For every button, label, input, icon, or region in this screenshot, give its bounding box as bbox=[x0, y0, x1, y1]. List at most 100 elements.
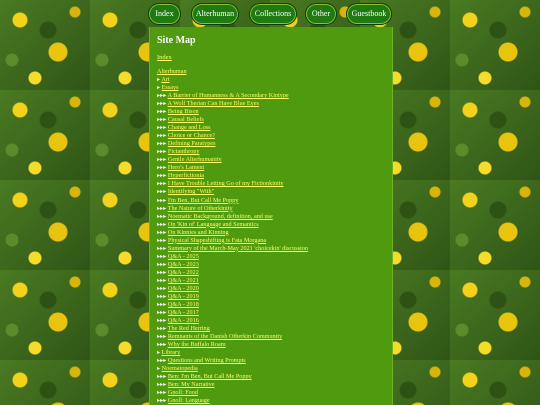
section-heading: Alterhuman bbox=[157, 68, 387, 76]
tree-item-link[interactable]: Q&A - 2023 bbox=[168, 261, 199, 268]
tree-item-link[interactable]: Art bbox=[161, 76, 169, 83]
tree-item-link[interactable]: Gnoll: Language bbox=[168, 397, 210, 404]
tree-item-link[interactable]: Causal Beliefs bbox=[168, 116, 204, 123]
nav-other-button[interactable]: Other bbox=[305, 3, 337, 25]
tree-item-link[interactable]: Q&A - 2020 bbox=[168, 285, 199, 292]
tree-item: ▸▸▸ Q&A - 2016 bbox=[157, 317, 387, 325]
page-title: Site Map bbox=[157, 35, 196, 46]
tree-item-link[interactable]: I'm Ben, But Call Me Poppy bbox=[168, 197, 239, 204]
tree-item: ▸▸▸ Change and Loss bbox=[157, 124, 387, 132]
tree-item: ▸▸▸ On 'Kin of' Language and Semantics bbox=[157, 221, 387, 229]
tree-item-link[interactable]: Change and Loss bbox=[168, 124, 211, 131]
tree-item: ▸▸▸ Gentle Alterhumanity bbox=[157, 156, 387, 164]
bullet-arrows-icon: ▸▸▸ bbox=[157, 325, 168, 332]
tree-item: ▸▸▸ The Red Herring bbox=[157, 325, 387, 333]
tree-item-link[interactable]: A Wolf Therian Can Have Blue Eyes bbox=[168, 100, 259, 107]
tree-item: ▸▸▸ Q&A - 2019 bbox=[157, 293, 387, 301]
tree-item-link[interactable]: On 'Kin of' Language and Semantics bbox=[168, 221, 259, 228]
bullet-arrows-icon: ▸▸▸ bbox=[157, 236, 168, 244]
tree-item-link[interactable]: Gnoll: Food bbox=[168, 389, 198, 396]
tree-item-link[interactable]: Q&A - 2016 bbox=[168, 317, 199, 324]
tree-item-link[interactable]: The Nature of Otherkinity bbox=[168, 205, 233, 212]
tree-item-link[interactable]: Gentle Alterhumanity bbox=[168, 156, 222, 163]
tree-item: ▸▸▸ Causal Beliefs bbox=[157, 116, 387, 124]
tree-item-link[interactable]: Questions and Writing Prompts bbox=[168, 357, 246, 364]
bullet-arrows-icon: ▸▸▸ bbox=[157, 100, 168, 108]
bullet-arrows-icon: ▸▸▸ bbox=[157, 308, 168, 316]
tree-item: ▸▸▸ Gnoll: Language bbox=[157, 397, 387, 405]
index-link[interactable]: Index bbox=[157, 54, 172, 61]
tree-item: ▸▸▸ A Wolf Therian Can Have Blue Eyes bbox=[157, 100, 387, 108]
bullet-arrows-icon: ▸▸▸ bbox=[157, 268, 168, 276]
tree-item: ▸▸▸ Q&A - 2023 bbox=[157, 261, 387, 269]
tree-item-link[interactable]: On Kinnies and Kinning bbox=[168, 229, 229, 236]
bullet-arrows-icon: ▸▸▸ bbox=[157, 148, 168, 156]
tree-item-link[interactable]: Identifying "With" bbox=[168, 188, 214, 195]
tree-item-link[interactable]: Remnants of the Danish Otherkin Communit… bbox=[168, 333, 282, 340]
tree-item: ▸▸▸ Hero's Lament bbox=[157, 164, 387, 172]
tree-item-link[interactable]: Why the Buffalo Roam bbox=[168, 341, 226, 348]
bullet-arrows-icon: ▸▸▸ bbox=[157, 316, 168, 324]
tree-item-link[interactable]: Noematopedia bbox=[162, 365, 198, 372]
tree-item-link[interactable]: Choice or Chance? bbox=[168, 132, 215, 139]
bullet-arrows-icon: ▸▸▸ bbox=[157, 373, 168, 381]
tree-item-link[interactable]: Hyperfictionia bbox=[168, 172, 204, 179]
tree-item-link[interactable]: Q&A - 2017 bbox=[168, 309, 199, 316]
tree-item: ▸▸▸ Choice or Chance? bbox=[157, 132, 387, 140]
tree-item-link[interactable]: Noematic Background, definition, and use bbox=[168, 213, 273, 220]
nav-collections-button[interactable]: Collections bbox=[249, 3, 297, 25]
bullet-arrows-icon: ▸▸▸ bbox=[157, 333, 168, 341]
tree-item-link[interactable]: Q&A - 2019 bbox=[168, 293, 199, 300]
content-panel: Site Map Index Alterhuman ▸ Art ▸ Essays ▸… bbox=[149, 27, 393, 405]
bullet-arrows-icon: ▸▸▸ bbox=[157, 244, 168, 252]
bullet-arrows-icon: ▸▸▸ bbox=[157, 220, 168, 228]
bullet-arrows-icon: ▸▸▸ bbox=[157, 252, 168, 260]
tree-item-link[interactable]: The Red Herring bbox=[168, 325, 210, 332]
tree-item: ▸▸▸ Q&A - 2025 bbox=[157, 253, 387, 261]
bullet-arrows-icon: ▸▸▸ bbox=[157, 276, 168, 284]
bullet-arrows-icon: ▸▸▸ bbox=[157, 204, 168, 212]
bullet-arrows-icon: ▸▸▸ bbox=[157, 212, 168, 220]
tree-item-link[interactable]: Ben: My Narrative bbox=[168, 381, 215, 388]
tree-item: ▸▸▸ Ben: I'm Ben, But Call Me Poppy bbox=[157, 373, 387, 381]
tree-item-link[interactable]: Q&A - 2018 bbox=[168, 301, 199, 308]
tree-item-link[interactable]: Summary of the March-May 2021 'choicekin… bbox=[168, 245, 308, 252]
tree-item-link[interactable]: A Barrier of Humanness & A Secondary Kin… bbox=[168, 92, 289, 99]
tree-item: ▸▸▸ Q&A - 2018 bbox=[157, 301, 387, 309]
nav-guestbook-button[interactable]: Guestbook bbox=[346, 3, 392, 25]
bullet-arrows-icon: ▸▸▸ bbox=[157, 140, 168, 148]
tree-item-link[interactable]: Q&A - 2021 bbox=[168, 277, 199, 284]
bullet-arrows-icon: ▸▸▸ bbox=[157, 300, 168, 308]
tree-item-link[interactable]: Physical Shapeshifting is Fata Morgana bbox=[168, 237, 266, 244]
tree-item: ▸▸▸ Q&A - 2020 bbox=[157, 285, 387, 293]
tree-item-link[interactable]: Fictanthropy bbox=[168, 148, 200, 155]
tree-item: ▸▸▸ Hyperfictionia bbox=[157, 172, 387, 180]
tree-item: ▸▸▸ The Nature of Otherkinity bbox=[157, 205, 387, 213]
tree-item-link[interactable]: Library bbox=[162, 349, 181, 356]
tree-item: ▸▸▸ I'm Ben, But Call Me Poppy bbox=[157, 197, 387, 205]
tree-item-link[interactable]: Hero's Lament bbox=[168, 164, 204, 171]
nav-index-button[interactable]: Index bbox=[148, 3, 181, 25]
tree-item: ▸▸▸ Q&A - 2022 bbox=[157, 269, 387, 277]
tree-item: ▸▸▸ Identifying "With" bbox=[157, 188, 387, 196]
bullet-arrows-icon: ▸▸▸ bbox=[157, 92, 168, 100]
bullet-arrows-icon: ▸▸▸ bbox=[157, 284, 168, 292]
tree-item-link[interactable]: Defining Paratypes bbox=[168, 140, 216, 147]
tree-item-link[interactable]: I Have Trouble Letting Go of my Fictionk… bbox=[168, 180, 284, 187]
nav-alterhuman-button[interactable]: Alterhuman bbox=[191, 3, 239, 25]
tree-item: ▸ Essays bbox=[157, 84, 387, 92]
bullet-arrows-icon: ▸▸▸ bbox=[157, 228, 168, 236]
tree-item-link[interactable]: Being Bison bbox=[168, 108, 199, 115]
bullet-arrows-icon: ▸▸▸ bbox=[157, 180, 168, 188]
bullet-arrows-icon: ▸▸▸ bbox=[157, 156, 168, 164]
tree-item: ▸▸▸ Noematic Background, definition, and… bbox=[157, 213, 387, 221]
tree-item: ▸▸▸ Remnants of the Danish Otherkin Comm… bbox=[157, 333, 387, 341]
tree-item-link[interactable]: Ben: I'm Ben, But Call Me Poppy bbox=[168, 373, 252, 380]
tree-item: ▸▸▸ Why the Buffalo Roam bbox=[157, 341, 387, 349]
alterhuman-link[interactable]: Alterhuman bbox=[157, 68, 187, 75]
tree-item: ▸▸▸ Summary of the March-May 2021 'choic… bbox=[157, 245, 387, 253]
tree-item-link[interactable]: Q&A - 2025 bbox=[168, 253, 199, 260]
tree-item-link[interactable]: Essays bbox=[162, 84, 179, 91]
tree-item-link[interactable]: Q&A - 2022 bbox=[168, 269, 199, 276]
top-navigation: Index Alterhuman Collections Other Guest… bbox=[0, 3, 540, 25]
